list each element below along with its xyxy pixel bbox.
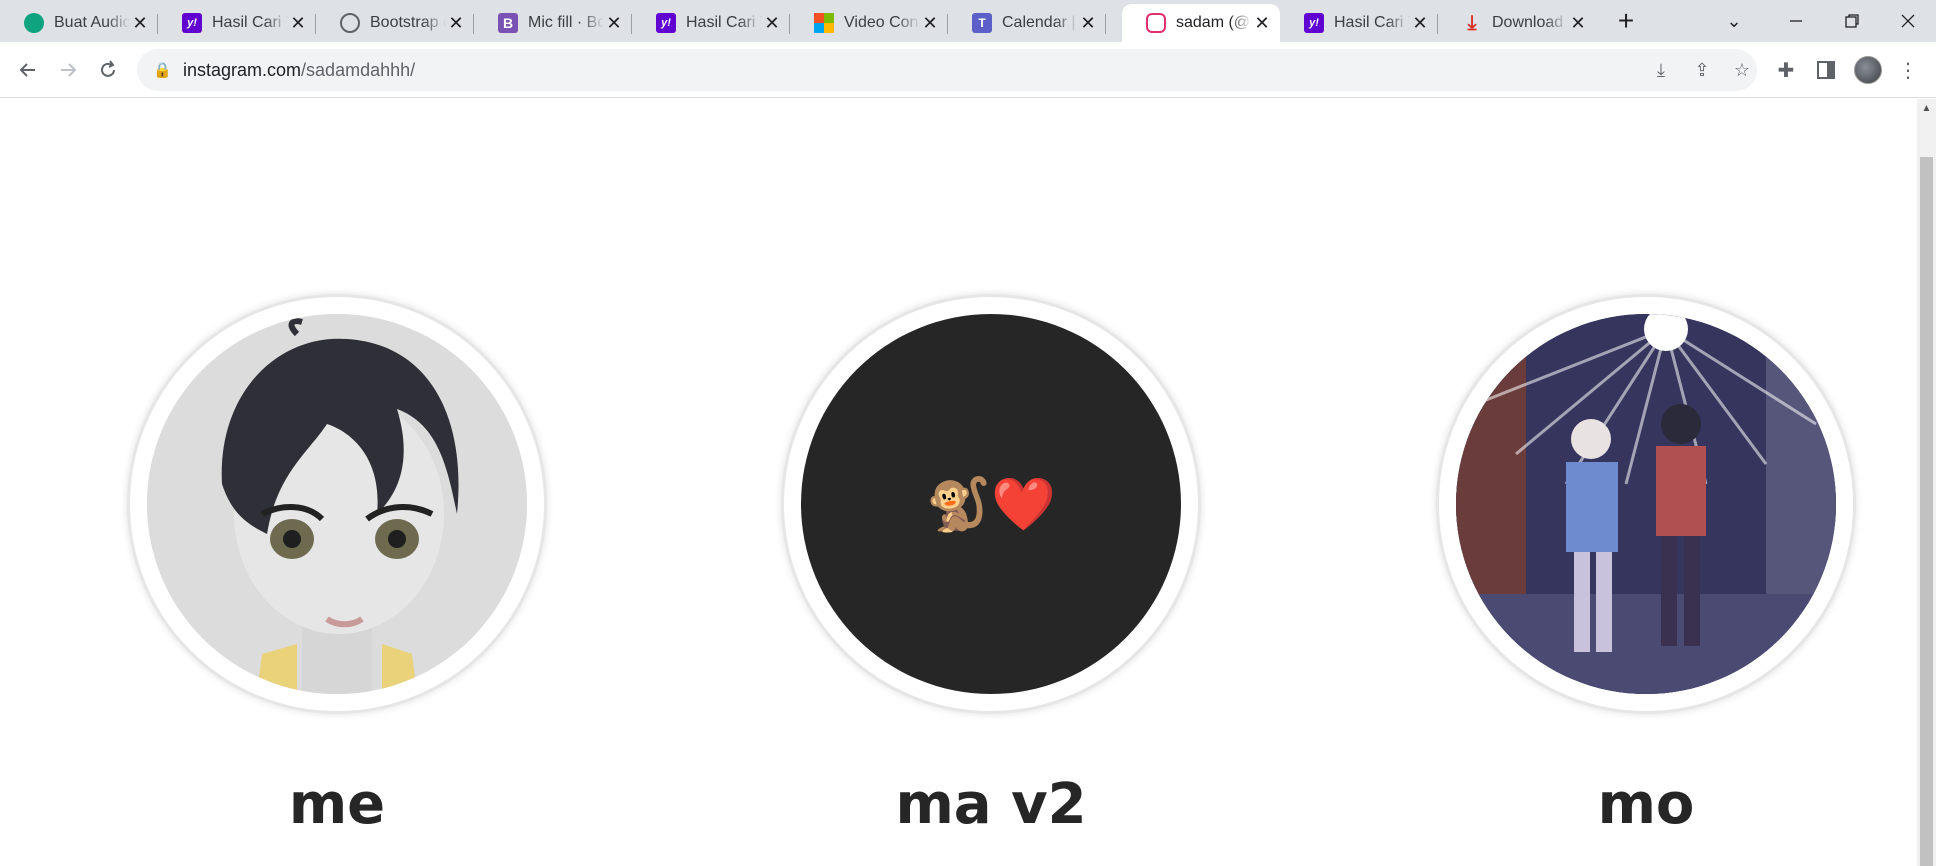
install-app-icon[interactable]: ⤓ (1649, 58, 1673, 82)
scrollbar-thumb[interactable] (1920, 157, 1933, 866)
reload-icon (101, 60, 115, 77)
download-icon: ⤓ (1467, 11, 1477, 34)
tab-buat-audio[interactable]: Buat Audio ✕ (0, 4, 158, 42)
teams-icon: T (972, 13, 992, 33)
yahoo-icon: y! (1304, 13, 1324, 33)
tab-hasil-cari-yahoo[interactable]: y! Hasil Cari Yahoo ✕ (158, 4, 316, 42)
restore-icon (1845, 14, 1859, 28)
tab-mic-fill[interactable]: B Mic fill · Boo ✕ (474, 4, 632, 42)
close-icon[interactable]: ✕ (288, 13, 308, 33)
avatar-illustration (147, 314, 527, 694)
tab-instagram-active[interactable]: sadam (@sa ✕ (1122, 4, 1280, 42)
back-button[interactable] (10, 52, 46, 88)
highlight-label: mo (1597, 772, 1695, 837)
instagram-icon (1146, 13, 1166, 33)
globe-icon (340, 13, 360, 33)
highlight-cover-me[interactable] (147, 314, 527, 694)
close-icon[interactable]: ✕ (130, 13, 150, 33)
close-icon[interactable]: ✕ (446, 13, 466, 33)
page-scrollbar[interactable]: ▲ (1917, 99, 1936, 866)
url-path: /sadamdahhh/ (301, 59, 416, 80)
kebab-menu-icon[interactable]: ⋮ (1892, 54, 1924, 86)
tab-calendar[interactable]: T Calendar | M ✕ (948, 4, 1106, 42)
close-icon (1901, 14, 1915, 28)
side-panel-icon[interactable] (1810, 54, 1842, 86)
close-icon[interactable]: ✕ (1252, 13, 1272, 33)
tab-title: Video Confe (844, 14, 920, 31)
minimize-button[interactable] (1768, 0, 1824, 42)
close-icon[interactable]: ✕ (604, 13, 624, 33)
new-tab-button[interactable]: + (1608, 0, 1644, 42)
close-icon[interactable]: ✕ (1078, 13, 1098, 33)
tab-download[interactable]: ⤓ Download F ✕ (1438, 4, 1596, 42)
bootstrap-icon: B (498, 13, 518, 33)
close-icon[interactable]: ✕ (762, 13, 782, 33)
minimize-icon (1790, 20, 1802, 22)
tab-title: Hasil Cari Yahoo (212, 14, 288, 31)
arrow-left-icon (19, 63, 35, 77)
chatgpt-icon (24, 13, 44, 33)
microsoft-icon (814, 13, 834, 33)
dance-scene-illustration (1456, 314, 1836, 694)
tab-title: Buat Audio (54, 14, 130, 31)
tab-hasil-cari-yahoo[interactable]: y! Hasil Cari Yahoo ✕ (1280, 4, 1438, 42)
url-host: instagram.com (183, 59, 302, 80)
forward-button[interactable] (50, 52, 86, 88)
close-window-button[interactable] (1880, 0, 1936, 42)
highlight-label: ma v2 (895, 772, 1087, 837)
browser-toolbar: 🔒 instagram.com/sadamdahhh/ ⤓ ⇪ ☆ ✚ ⋮ (0, 42, 1936, 98)
close-icon[interactable]: ✕ (920, 13, 940, 33)
highlight-label: me (288, 772, 386, 837)
scroll-up-arrow-icon[interactable]: ▲ (1917, 99, 1936, 117)
share-icon[interactable]: ⇪ (1690, 58, 1714, 82)
tab-title: Hasil Cari Yahoo (1334, 14, 1410, 31)
extensions-puzzle-icon[interactable]: ✚ (1770, 54, 1802, 86)
lock-icon: 🔒 (153, 62, 172, 79)
monkey-heart-emoji: 🐒❤️ (926, 475, 1056, 534)
tab-title: Calendar | M (1002, 14, 1078, 31)
tab-title: Download F (1492, 14, 1568, 31)
arrow-right-icon (61, 63, 77, 77)
yahoo-icon: y! (656, 13, 676, 33)
tab-video-conference[interactable]: Video Confe ✕ (790, 4, 948, 42)
tab-strip: Buat Audio ✕ y! Hasil Cari Yahoo ✕ Boots… (0, 0, 1936, 42)
address-bar[interactable]: 🔒 instagram.com/sadamdahhh/ ⤓ ⇪ ☆ (137, 49, 1757, 91)
highlight-cover-ma-v2[interactable]: 🐒❤️ (801, 314, 1181, 694)
close-icon[interactable]: ✕ (1568, 13, 1588, 33)
reload-button[interactable] (90, 52, 126, 88)
tab-bootstrap[interactable]: Bootstrap d ✕ (316, 4, 474, 42)
tab-title: sadam (@sa (1176, 14, 1252, 31)
highlight-cover-mo[interactable] (1456, 314, 1836, 694)
close-icon[interactable]: ✕ (1410, 13, 1430, 33)
tab-title: Bootstrap d (370, 14, 446, 31)
side-panel-icon-glyph (1817, 61, 1835, 79)
restore-button[interactable] (1824, 0, 1880, 42)
instagram-page: me 🐒❤️ ma v2 mo (0, 99, 1917, 866)
tab-search-chevron-icon[interactable]: ⌄ (1716, 0, 1752, 42)
yahoo-icon: y! (182, 13, 202, 33)
tab-title: Hasil Cari Yahoo (686, 14, 762, 31)
tab-hasil-cari-yahoo[interactable]: y! Hasil Cari Yahoo ✕ (632, 4, 790, 42)
tab-title: Mic fill · Boo (528, 14, 604, 31)
profile-avatar[interactable] (1852, 54, 1884, 86)
bookmark-star-icon[interactable]: ☆ (1730, 58, 1754, 82)
